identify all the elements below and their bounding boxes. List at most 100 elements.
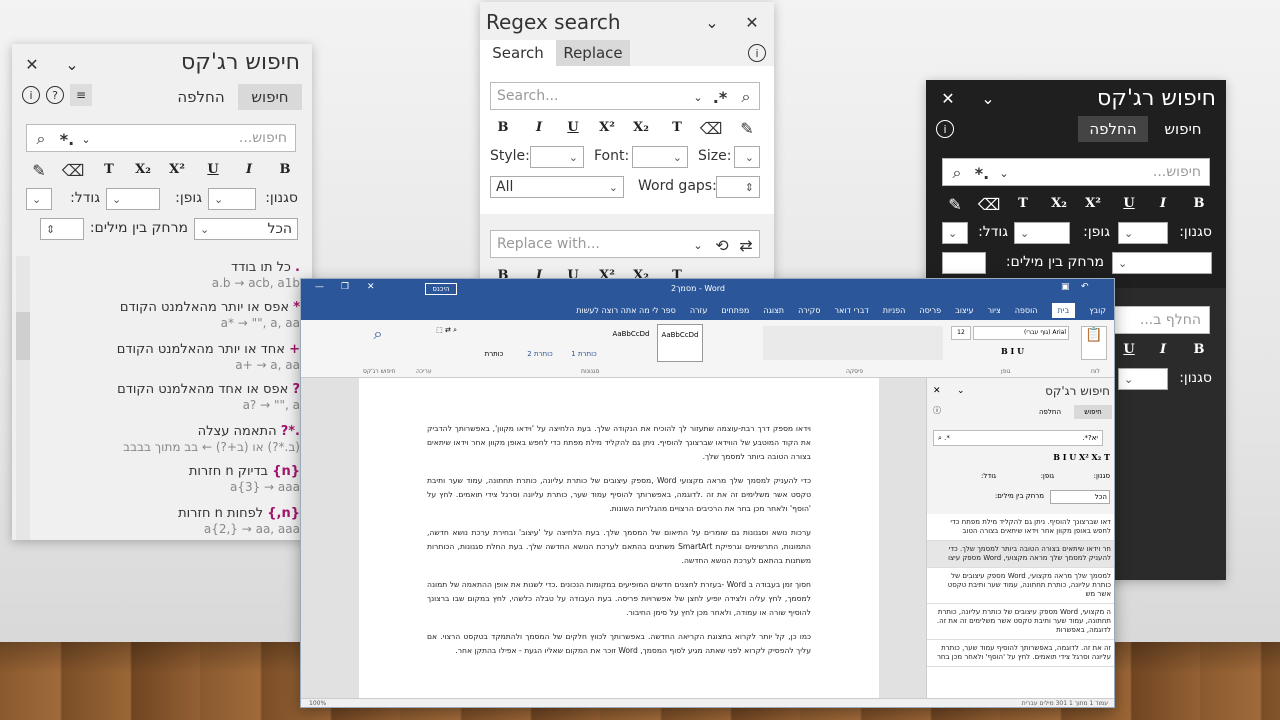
history-dropdown-icon[interactable]: ⌄ <box>997 163 1011 183</box>
minimize-icon[interactable]: — <box>315 282 324 292</box>
italic-button[interactable]: I <box>528 120 550 135</box>
text-effect-button[interactable]: T <box>666 120 688 135</box>
close-icon[interactable]: ✕ <box>742 12 762 32</box>
result-item[interactable]: חר וידאו שיתאים בצורה הטובה ביותר למסמך … <box>927 541 1114 568</box>
bold-button[interactable]: B <box>274 162 296 177</box>
tab-replace[interactable]: החלפה <box>1078 116 1148 142</box>
chevron-down-icon[interactable]: ⌄ <box>957 386 965 396</box>
bold-button[interactable]: B <box>1188 342 1210 357</box>
word-gaps-stepper[interactable] <box>942 252 986 274</box>
menu-mailings[interactable]: דברי דואר <box>834 306 868 315</box>
close-icon[interactable]: ✕ <box>367 282 375 292</box>
chevron-down-icon[interactable]: ⌄ <box>62 54 82 74</box>
history-dropdown-icon[interactable]: ⌄ <box>691 235 705 255</box>
eyedropper-icon[interactable]: ✎ <box>944 194 966 214</box>
pattern-item-lazy[interactable]: .*? התאמה עצלה <box>198 424 300 439</box>
font-dropdown[interactable]: ⌄ <box>1014 222 1070 244</box>
pane-search-icon[interactable]: ⌕ .* <box>938 434 950 442</box>
regex-toggle-icon[interactable]: .* <box>57 129 77 149</box>
pattern-item-optional[interactable]: ? אפס או אחד מהאלמנט הקודם <box>117 382 300 397</box>
undo-icon[interactable]: ↶ <box>1081 282 1089 292</box>
eraser-icon[interactable]: ⌫ <box>62 160 85 180</box>
pattern-item-exact[interactable]: {n} בדיוק n חזרות <box>189 464 300 479</box>
font-name-box[interactable]: Arial (גוף עברי) <box>973 326 1069 340</box>
pattern-list-scrollbar[interactable] <box>16 256 30 540</box>
style-dropdown[interactable]: ⌄ <box>208 188 256 210</box>
underline-button[interactable]: U <box>1118 196 1140 211</box>
style-dropdown[interactable]: ⌄ <box>1118 368 1168 390</box>
menu-design[interactable]: עיצוב <box>955 306 973 315</box>
paste-icon[interactable]: 📋 <box>1081 326 1107 360</box>
underline-button[interactable]: U <box>202 162 224 177</box>
scope-dropdown[interactable]: ⌄ <box>1112 252 1212 274</box>
regex-toggle-icon[interactable]: .* <box>709 87 731 107</box>
superscript-button[interactable]: X² <box>1082 196 1104 211</box>
subscript-button[interactable]: X₂ <box>630 120 652 135</box>
pattern-item-one-or-more[interactable]: + אחד או יותר מהאלמנט הקודם <box>117 342 300 357</box>
text-effect-button[interactable]: T <box>98 162 120 177</box>
search-input[interactable]: Search... ⌄ .* ⌕ <box>490 82 760 110</box>
eraser-icon[interactable]: ⌫ <box>700 118 723 138</box>
menu-view[interactable]: תצוגה <box>763 306 784 315</box>
menu-help[interactable]: עזרה <box>690 306 708 315</box>
word-gaps-stepper[interactable]: ⇕ <box>40 218 84 240</box>
replace-all-icon[interactable]: ⇄ <box>735 235 757 255</box>
chevron-down-icon[interactable]: ⌄ <box>702 12 722 32</box>
subscript-button[interactable]: X₂ <box>1048 196 1070 211</box>
superscript-button[interactable]: X² <box>166 162 188 177</box>
size-dropdown[interactable]: ⌄ <box>734 146 760 168</box>
search-input[interactable]: חיפוש... ⌕ .* ⌄ <box>26 124 296 152</box>
info-icon[interactable]: i <box>22 86 40 104</box>
style-heading2[interactable]: כותרת 2 <box>519 324 561 362</box>
info-icon[interactable]: i <box>748 44 766 62</box>
tab-search[interactable]: חיפוש <box>238 84 302 110</box>
restore-icon[interactable]: ❐ <box>341 282 349 292</box>
scope-dropdown[interactable]: All ⌄ <box>490 176 624 198</box>
superscript-button[interactable]: X² <box>596 120 618 135</box>
italic-button[interactable]: I <box>238 162 260 177</box>
menu-insert[interactable]: הוספה <box>1015 306 1038 315</box>
replace-one-icon[interactable]: ⟲ <box>711 235 733 255</box>
editing-group[interactable]: ⌕ ⇄ ⬚ <box>401 324 457 362</box>
menu-review[interactable]: סקירה <box>798 306 820 315</box>
style-heading1[interactable]: כותרת 1 <box>563 324 605 362</box>
signin-button[interactable]: היכנס <box>425 283 457 295</box>
tab-replace[interactable]: Replace <box>556 40 630 66</box>
tab-replace[interactable]: החלפה <box>1030 405 1070 419</box>
help-icon[interactable]: ? <box>46 86 64 104</box>
pane-search-input[interactable]: ⌕ .* .*?יא <box>933 430 1103 446</box>
italic-button[interactable]: I <box>1152 196 1174 211</box>
font-format-buttons[interactable]: B I U <box>1001 346 1024 356</box>
eyedropper-icon[interactable]: ✎ <box>736 118 758 138</box>
search-icon[interactable]: ⌕ <box>735 87 757 107</box>
regex-search-ribbon-icon[interactable]: ⌕ <box>361 324 395 362</box>
menu-developer[interactable]: מפתחים <box>721 306 749 315</box>
style-no-spacing[interactable]: AaBbCcDd <box>607 324 655 362</box>
close-icon[interactable]: ✕ <box>938 88 958 108</box>
document-page[interactable]: וידאו מספק דרך רבת-עוצמה שתעזור לך להוכי… <box>359 378 879 698</box>
result-item[interactable]: זה את זה. לדוגמה, באפשרותך להוסיף עמוד ש… <box>927 640 1114 667</box>
text-effect-button[interactable]: T <box>1012 196 1034 211</box>
close-icon[interactable]: ✕ <box>933 386 941 396</box>
pattern-list-icon[interactable]: ≡ <box>70 84 92 106</box>
result-item[interactable]: דאו שברצונך להוסיף. ניתן גם להקליד מילת … <box>927 514 1114 541</box>
scope-dropdown[interactable]: הכל ⌄ <box>194 218 298 240</box>
pane-scope-dropdown[interactable]: הכל <box>1050 490 1110 504</box>
search-input[interactable]: חיפוש... ⌕ .* ⌄ <box>942 158 1210 186</box>
scrollbar-thumb[interactable] <box>16 312 30 360</box>
tab-replace[interactable]: החלפה <box>166 84 236 110</box>
menu-home[interactable]: בית <box>1051 302 1076 318</box>
underline-button[interactable]: U <box>562 120 584 135</box>
tell-me-search[interactable]: ספר לי מה אתה רוצה לעשות <box>576 306 676 315</box>
pane-format-buttons[interactable]: B I U X² X₂ T <box>1053 452 1110 462</box>
pattern-item-zero-or-more[interactable]: * אפס או יותר מהאלמנט הקודם <box>120 300 300 315</box>
font-dropdown[interactable]: ⌄ <box>632 146 688 168</box>
size-dropdown[interactable]: ⌄ <box>942 222 968 244</box>
result-item[interactable]: למסמך שלך מראה מקצועי, Word מספק עיצובים… <box>927 568 1114 604</box>
style-dropdown[interactable]: ⌄ <box>1118 222 1168 244</box>
save-icon[interactable]: ▣ <box>1061 282 1070 292</box>
tab-search[interactable]: חיפוש <box>1148 116 1218 142</box>
menu-file[interactable]: קובץ <box>1089 306 1106 315</box>
search-icon[interactable]: ⌕ <box>31 129 51 149</box>
tab-search[interactable]: Search <box>480 40 556 66</box>
